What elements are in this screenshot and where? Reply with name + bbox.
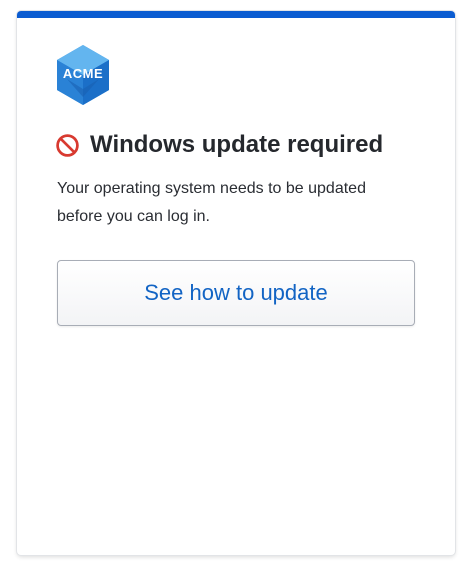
card-accent-bar (17, 11, 455, 18)
no-entry-icon (55, 133, 80, 158)
see-how-to-update-button[interactable]: See how to update (57, 260, 415, 326)
update-message: Your operating system needs to be update… (57, 175, 417, 231)
acme-logo: ACME (57, 45, 109, 105)
update-required-card: ACME Windows update required Your operat… (17, 11, 455, 555)
see-how-to-update-label: See how to update (144, 280, 328, 305)
logo-wordmark: ACME (62, 66, 104, 81)
message-line-1: Your operating system needs to be update… (57, 180, 366, 197)
title-row: Windows update required (55, 129, 383, 161)
page-title: Windows update required (90, 131, 384, 158)
message-line-2: before you can log in. (57, 208, 210, 225)
